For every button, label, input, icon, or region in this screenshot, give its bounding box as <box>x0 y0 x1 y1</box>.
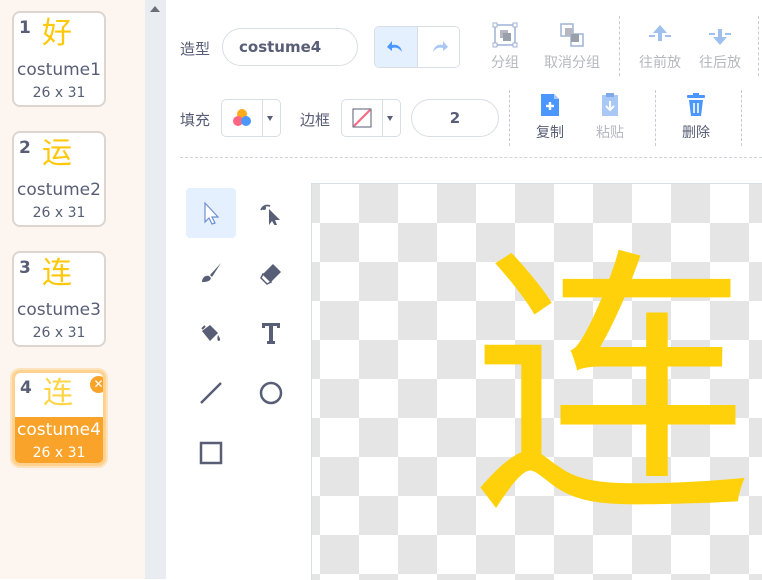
costume-number: 3 <box>19 258 31 278</box>
costume-thumbnail: 连 <box>42 256 72 291</box>
costume-number: 2 <box>19 138 31 158</box>
brush-icon <box>202 263 221 282</box>
costume-card-3[interactable]: 3 连 costume3 26 x 31 <box>12 251 106 347</box>
group-button[interactable]: 分组 <box>470 22 540 72</box>
line-icon <box>200 382 222 404</box>
costume-card-1[interactable]: 1 好 costume1 26 x 31 <box>12 11 106 107</box>
text-icon <box>262 323 280 344</box>
costume-name: costume3 <box>17 300 101 320</box>
costume-size: 26 x 31 <box>32 325 86 341</box>
redo-icon <box>433 41 448 52</box>
paste-button[interactable]: 粘贴 <box>575 92 645 142</box>
costume-size: 26 x 31 <box>32 85 86 101</box>
reshape-icon <box>260 204 280 225</box>
select-icon <box>204 201 220 225</box>
eraser-tool[interactable] <box>246 248 296 298</box>
no-color-icon <box>352 108 372 128</box>
ungroup-label: 取消分组 <box>544 55 600 71</box>
ungroup-button[interactable]: 取消分组 <box>537 22 607 72</box>
color-mix-icon <box>233 109 251 126</box>
costume-name: costume1 <box>17 60 101 80</box>
delete-label: 删除 <box>682 125 710 141</box>
line-tool[interactable] <box>186 368 236 418</box>
forward-icon <box>649 25 671 41</box>
text-tool[interactable] <box>246 308 296 358</box>
backward-label: 往后放 <box>699 55 741 71</box>
costume-size: 26 x 31 <box>32 445 86 461</box>
delete-costume-icon[interactable]: ✕ <box>90 376 103 393</box>
costume-name: costume4 <box>17 420 101 440</box>
toolbar-divider <box>741 90 742 146</box>
fill-icon <box>201 325 221 341</box>
undo-button[interactable] <box>375 27 418 67</box>
ungroup-icon <box>560 23 584 47</box>
fill-tool[interactable] <box>186 308 236 358</box>
outline-width-input[interactable]: 2 <box>411 99 499 137</box>
costume-card-4[interactable]: 4 连 ✕ costume4 26 x 31 <box>12 370 106 466</box>
costume-thumbnail: 好 <box>42 16 72 51</box>
costume-thumbnail: 连 <box>43 376 73 411</box>
fill-label: 填充 <box>180 111 211 129</box>
outline-color-dropdown[interactable] <box>341 99 401 137</box>
backward-button[interactable]: 往后放 <box>685 22 755 72</box>
backward-icon <box>709 29 731 45</box>
costume-name-input[interactable]: costume4 <box>222 28 358 66</box>
toolbar-divider <box>509 90 510 146</box>
undo-redo-group <box>374 26 460 68</box>
toolbar-divider <box>655 90 656 146</box>
chevron-down-icon <box>387 116 393 121</box>
costume-list-scrollbar[interactable] <box>145 0 167 579</box>
costume-card-2[interactable]: 2 运 costume2 26 x 31 <box>12 131 106 227</box>
select-tool[interactable] <box>186 188 236 238</box>
costume-thumbnail: 运 <box>42 136 72 171</box>
toolbar-separator <box>180 157 762 158</box>
paint-editor: 造型 costume4 分组 取消分组 往前放 往后放 填充 边框 2 复制 粘… <box>166 0 762 580</box>
outline-label: 边框 <box>300 111 331 129</box>
eraser-icon <box>260 264 281 285</box>
paste-icon <box>602 93 618 116</box>
toolbar-divider <box>619 16 620 76</box>
redo-button[interactable] <box>418 27 459 67</box>
reshape-tool[interactable] <box>246 188 296 238</box>
rectangle-tool[interactable] <box>186 428 236 478</box>
group-label: 分组 <box>491 55 519 71</box>
chevron-down-icon <box>267 116 273 121</box>
rectangle-icon <box>199 441 223 465</box>
costume-list: 1 好 costume1 26 x 31 2 运 costume2 26 x 3… <box>0 0 145 579</box>
outline-swatch <box>342 100 383 136</box>
costume-drawing[interactable]: 连 <box>472 224 752 554</box>
group-icon <box>492 22 518 48</box>
fill-swatch <box>222 100 263 136</box>
circle-tool[interactable] <box>246 368 296 418</box>
brush-tool[interactable] <box>186 248 236 298</box>
costume-name: costume2 <box>17 180 101 200</box>
costume-number: 4 <box>20 378 32 398</box>
paint-canvas[interactable]: 连 <box>311 183 762 580</box>
paste-label: 粘贴 <box>596 125 624 141</box>
delete-button[interactable]: 删除 <box>661 92 731 142</box>
undo-icon <box>387 41 402 52</box>
toolbar-divider <box>758 16 759 76</box>
scroll-up-arrow-icon[interactable] <box>150 6 160 12</box>
circle-icon <box>259 381 283 405</box>
copy-icon <box>541 94 559 116</box>
costume-name-label: 造型 <box>180 40 211 58</box>
fill-color-dropdown[interactable] <box>221 99 281 137</box>
costume-size: 26 x 31 <box>32 205 86 221</box>
delete-icon <box>687 93 705 116</box>
costume-number: 1 <box>19 18 31 38</box>
